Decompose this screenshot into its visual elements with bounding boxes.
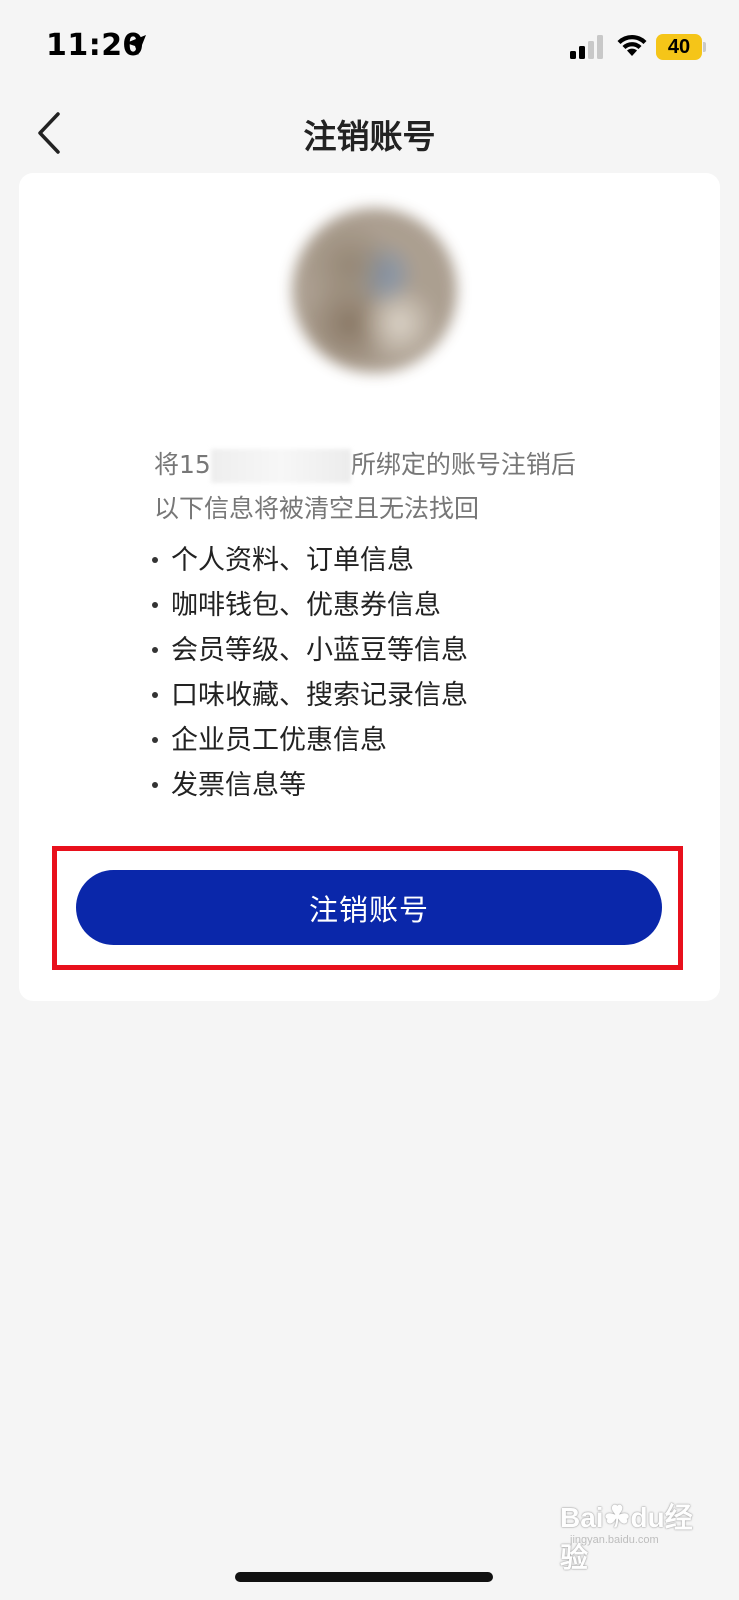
status-bar: 11:20 40	[0, 0, 739, 90]
baidu-jingyan-watermark: Bai☘du经验 jingyan.baidu.com	[560, 1496, 720, 1573]
cleared-info-list: 个人资料、订单信息 咖啡钱包、优惠券信息 会员等级、小蓝豆等信息 口味收藏、搜索…	[152, 538, 468, 808]
cancellation-notice: 将15 所绑定的账号注销后 以下信息将被清空且无法找回	[154, 443, 674, 531]
list-item: 个人资料、订单信息	[152, 538, 468, 583]
list-item: 企业员工优惠信息	[152, 718, 468, 763]
page-title: 注销账号	[303, 117, 436, 156]
paw-icon: ☘	[603, 1501, 631, 1534]
notice-prefix: 将15	[154, 450, 211, 479]
avatar	[292, 208, 457, 373]
cancel-account-button[interactable]: 注销账号	[76, 870, 662, 945]
cancel-account-button-label: 注销账号	[308, 892, 429, 927]
masked-phone-number	[210, 449, 351, 483]
watermark-brand-suffix: du	[630, 1502, 665, 1533]
home-indicator	[235, 1572, 493, 1582]
list-item-label: 个人资料、订单信息	[171, 545, 414, 576]
location-arrow-icon	[126, 35, 146, 55]
notice-line-1: 将15 所绑定的账号注销后	[154, 443, 674, 487]
cellular-signal-icon	[570, 35, 603, 59]
bullet-icon	[152, 556, 158, 563]
notice-suffix: 所绑定的账号注销后	[350, 450, 576, 479]
list-item: 会员等级、小蓝豆等信息	[152, 628, 468, 673]
bullet-icon	[152, 646, 158, 653]
list-item-label: 企业员工优惠信息	[171, 725, 387, 756]
battery-level: 40	[667, 35, 691, 58]
watermark-url: jingyan.baidu.com	[570, 1534, 659, 1546]
wifi-icon	[617, 34, 647, 56]
watermark-brand: Bai	[560, 1502, 604, 1533]
list-item: 咖啡钱包、优惠券信息	[152, 583, 468, 628]
list-item-label: 会员等级、小蓝豆等信息	[171, 635, 468, 666]
notice-line-2: 以下信息将被清空且无法找回	[154, 494, 480, 523]
bullet-icon	[152, 781, 158, 788]
battery-tip	[703, 42, 706, 52]
bullet-icon	[152, 736, 158, 743]
battery-icon: 40	[656, 34, 702, 60]
list-item-label: 口味收藏、搜索记录信息	[171, 680, 468, 711]
list-item-label: 咖啡钱包、优惠券信息	[171, 590, 441, 621]
list-item: 发票信息等	[152, 763, 468, 808]
list-item: 口味收藏、搜索记录信息	[152, 673, 468, 718]
nav-bar: 注销账号	[0, 92, 739, 174]
bullet-icon	[152, 601, 158, 608]
bullet-icon	[152, 691, 158, 698]
list-item-label: 发票信息等	[171, 770, 306, 801]
